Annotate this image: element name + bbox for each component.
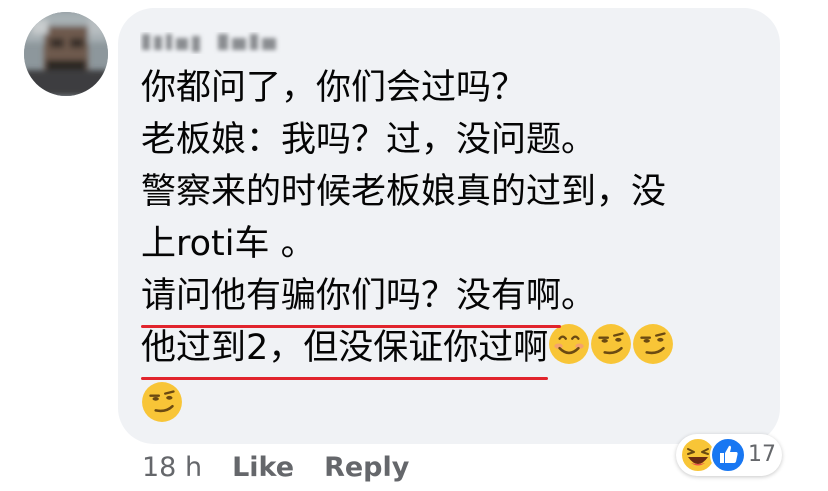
like-button[interactable]: Like [232, 450, 294, 486]
comment-text: 你都问了，你们会过吗？ 老板娘：我吗？过，没问题。 警察来的时候老板娘真的过到，… [141, 62, 766, 432]
smirking-face-icon [633, 324, 674, 364]
comment-line: 老板娘：我吗？过，没问题。 [141, 114, 766, 166]
underlined-text: 他过到2，但没保证你过啊 [141, 322, 549, 380]
comment-line: 上roti车 。 [141, 218, 766, 270]
comment-line-text: 警察来的时候老板娘真的过到，没 [141, 172, 667, 212]
comment-line-text: 。 [561, 276, 597, 316]
comment-line: 请问他有骗你们吗？没有啊。 [141, 270, 766, 328]
comment-line [141, 374, 766, 432]
smirking-face-icon [591, 324, 632, 364]
author-name[interactable] [140, 30, 284, 54]
comment-line-text: 你都问了，你们会过吗？ [141, 68, 527, 108]
smirking-face-icon [142, 382, 182, 422]
comment-timestamp[interactable]: 18 h [142, 450, 202, 486]
comment-line: 他过到2，但没保证你过啊 [141, 322, 766, 380]
avatar[interactable] [24, 12, 108, 96]
comment-line-text: 上roti车 。 [141, 224, 316, 264]
underlined-text: 请问他有骗你们吗？没有啊 [141, 270, 562, 328]
reaction-count: 17 [748, 442, 776, 467]
smiling-face-icon [549, 324, 590, 364]
comment-line: 你都问了，你们会过吗？ [141, 62, 766, 114]
reaction-summary[interactable]: 17 [676, 434, 782, 476]
comment-line: 警察来的时候老板娘真的过到，没 [141, 166, 766, 218]
reply-button[interactable]: Reply [324, 450, 409, 486]
comment-actions: 18 h Like Reply [142, 450, 439, 486]
comment-line-text: 老板娘：我吗？过，没问题。 [141, 120, 597, 160]
like-thumb-icon [710, 437, 746, 473]
